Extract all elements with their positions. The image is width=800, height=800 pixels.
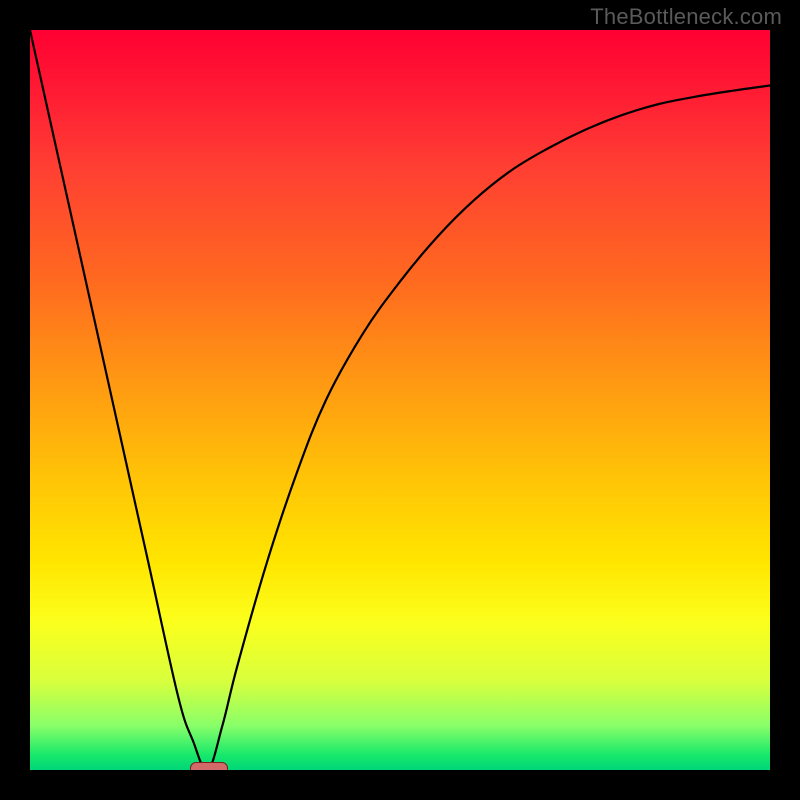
watermark-text: TheBottleneck.com [590, 4, 782, 30]
chart-frame: TheBottleneck.com [0, 0, 800, 800]
plot-area [30, 30, 770, 770]
minimum-marker [190, 762, 228, 770]
bottleneck-curve [30, 30, 770, 770]
